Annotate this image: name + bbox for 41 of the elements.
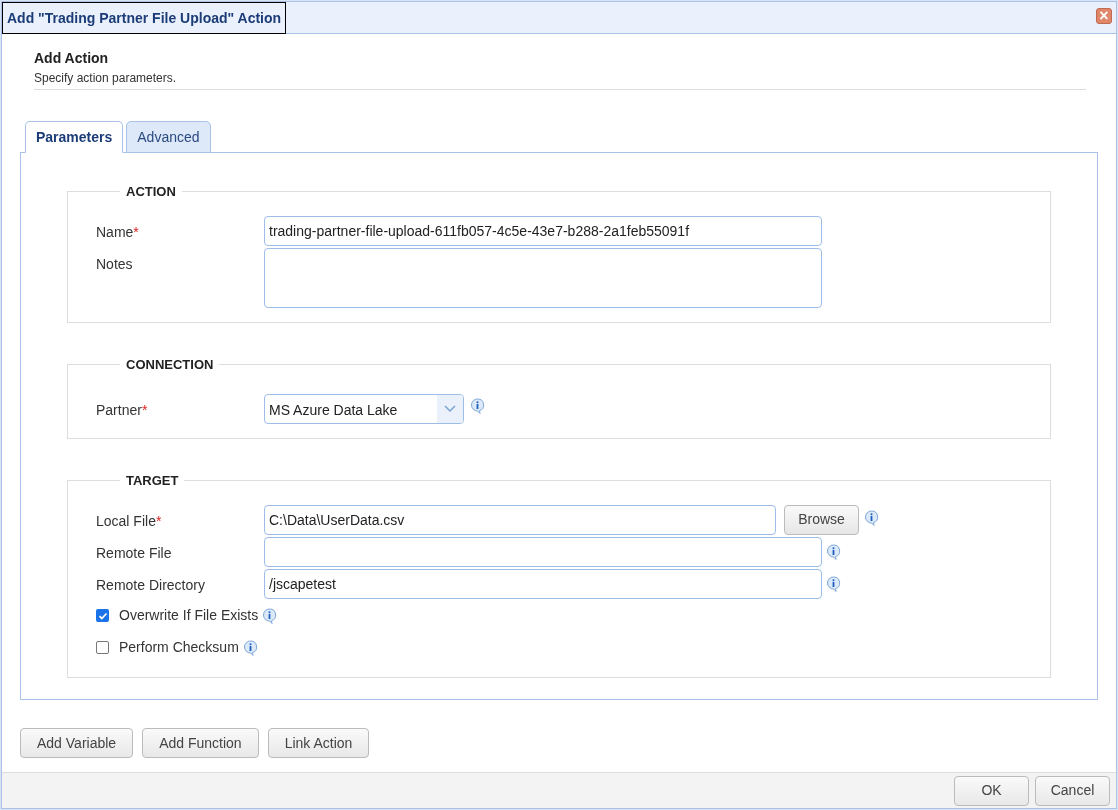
required-asterisk: * bbox=[155, 512, 162, 529]
required-asterisk: * bbox=[141, 402, 148, 418]
field-label: Remote Directory bbox=[96, 575, 206, 595]
notes-field[interactable] bbox=[264, 247, 822, 308]
info-icon[interactable] bbox=[470, 398, 485, 414]
checkbox-label: Overwrite If File Exists bbox=[119, 606, 259, 625]
section-heading: Add Action bbox=[34, 49, 110, 68]
toolbar-button[interactable]: Add Function bbox=[142, 728, 259, 758]
tab[interactable]: Parameters bbox=[25, 121, 124, 153]
chevron-down-icon bbox=[444, 405, 456, 413]
text-field[interactable]: C:\Data\UserData.csv bbox=[264, 504, 776, 535]
required-asterisk: * bbox=[133, 223, 139, 240]
tab[interactable]: Advanced bbox=[126, 121, 211, 153]
dialog-button[interactable]: Cancel bbox=[1035, 775, 1110, 806]
toolbar-button[interactable]: Link Action bbox=[267, 728, 370, 758]
info-icon[interactable] bbox=[262, 607, 278, 624]
window-title: Add "Trading Partner File Upload" Action bbox=[2, 2, 287, 34]
partner-dropdown[interactable]: MS Azure Data Lake bbox=[264, 394, 464, 424]
dropdown-value: MS Azure Data Lake bbox=[268, 400, 399, 420]
section-subtitle: Specify action parameters. bbox=[34, 70, 178, 87]
checkbox[interactable] bbox=[96, 609, 109, 622]
fieldset-title: CONNECTION bbox=[125, 355, 215, 374]
info-icon[interactable] bbox=[242, 639, 258, 656]
info-icon[interactable] bbox=[864, 509, 879, 526]
text-field[interactable] bbox=[264, 536, 822, 567]
checkbox-label: Perform Checksum bbox=[119, 638, 239, 657]
text-field[interactable]: trading-partner-file-upload-611fb057-4c5e-43e7-b288-2a1feb55091f bbox=[264, 215, 822, 246]
fieldset-title: TARGET bbox=[125, 472, 180, 490]
field-label: Local File* bbox=[96, 511, 163, 531]
field-label: Name* bbox=[96, 222, 140, 242]
checkbox[interactable] bbox=[96, 641, 109, 654]
info-icon[interactable] bbox=[826, 543, 841, 560]
text-field[interactable]: /jscapetest bbox=[264, 568, 822, 599]
toolbar-button[interactable]: Add Variable bbox=[20, 728, 134, 758]
dialog-button[interactable]: OK bbox=[954, 775, 1029, 806]
fieldset-title: ACTION bbox=[125, 183, 177, 201]
field-label: Notes bbox=[96, 254, 134, 274]
info-icon[interactable] bbox=[826, 575, 841, 592]
field-label: Remote File bbox=[96, 543, 173, 563]
field-label: Partner* bbox=[96, 401, 149, 420]
browse-button[interactable]: Browse bbox=[784, 504, 859, 535]
